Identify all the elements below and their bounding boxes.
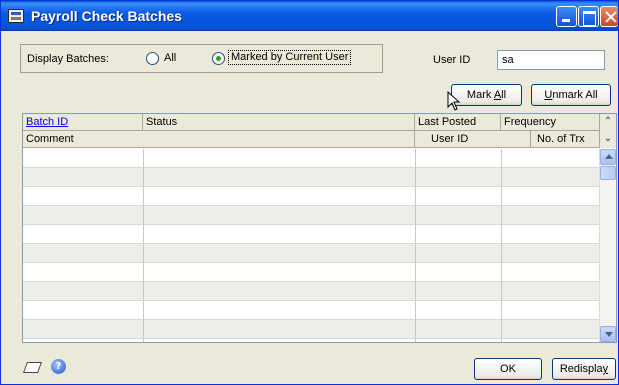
scroll-up-arrow-icon[interactable]: [600, 149, 616, 165]
unmark-all-button[interactable]: Unmark All: [531, 84, 611, 106]
column-batch-id[interactable]: Batch ID: [23, 114, 143, 130]
window-icon: [8, 9, 24, 23]
close-button[interactable]: [600, 6, 618, 27]
table-row[interactable]: [23, 320, 601, 339]
display-batches-panel: Display Batches: All Marked by Current U…: [20, 44, 383, 73]
scroll-down-arrow-icon[interactable]: [600, 326, 616, 342]
grid-header-row-2: Comment User ID No. of Trx: [23, 131, 601, 148]
payroll-check-batches-window: Payroll Check Batches Display Batches: A…: [0, 0, 619, 385]
radio-all[interactable]: [146, 52, 159, 65]
table-row[interactable]: [23, 206, 601, 225]
grid-rows: [23, 149, 601, 342]
table-row[interactable]: [23, 225, 601, 244]
table-row[interactable]: [23, 301, 601, 320]
table-row[interactable]: [23, 282, 601, 301]
double-chevron-up-icon[interactable]: ⌃: [599, 114, 616, 131]
column-divider: [415, 149, 416, 342]
unmark-all-label-b: nmark All: [552, 89, 598, 101]
maximize-button[interactable]: [578, 6, 599, 27]
display-batches-label: Display Batches:: [27, 53, 109, 65]
column-comment[interactable]: Comment: [23, 131, 415, 147]
title-bar[interactable]: Payroll Check Batches: [1, 1, 618, 31]
mark-all-button[interactable]: Mark All: [451, 84, 522, 106]
column-divider: [501, 149, 502, 342]
redisplay-label-a: Redispla: [559, 363, 603, 375]
table-row[interactable]: [23, 263, 601, 282]
redisplay-label-b: y: [602, 363, 609, 375]
table-row[interactable]: [23, 244, 601, 263]
mark-all-label-c: ll: [501, 89, 507, 101]
redisplay-button[interactable]: Redisplay: [552, 358, 616, 380]
mark-all-label-a: Mark: [466, 89, 494, 101]
mouse-cursor-icon: [447, 91, 461, 111]
radio-marked-by-current-user[interactable]: [212, 52, 225, 65]
scroll-thumb[interactable]: [600, 166, 616, 180]
column-no-of-trx[interactable]: No. of Trx: [531, 131, 601, 147]
user-id-field[interactable]: sa: [497, 50, 605, 70]
column-divider: [143, 149, 144, 342]
note-icon[interactable]: [22, 362, 43, 373]
table-row[interactable]: [23, 149, 601, 168]
radio-all-label[interactable]: All: [164, 52, 176, 64]
ok-button[interactable]: OK: [474, 358, 542, 380]
table-row[interactable]: [23, 187, 601, 206]
user-id-label: User ID: [433, 54, 471, 66]
column-last-posted[interactable]: Last Posted: [415, 114, 501, 130]
table-row[interactable]: [23, 168, 601, 187]
radio-marked-label[interactable]: Marked by Current User: [228, 50, 352, 65]
column-user-id[interactable]: User ID: [415, 131, 531, 147]
batches-grid: Batch ID Status Last Posted Frequency ⌃ …: [22, 113, 617, 343]
column-frequency[interactable]: Frequency: [501, 114, 601, 130]
help-icon[interactable]: ?: [51, 359, 66, 374]
vertical-scrollbar[interactable]: [599, 149, 616, 342]
window-title: Payroll Check Batches: [31, 8, 182, 24]
column-status[interactable]: Status: [143, 114, 415, 130]
minimize-button[interactable]: [556, 6, 577, 27]
grid-header-row-1: Batch ID Status Last Posted Frequency: [23, 114, 601, 131]
double-chevron-down-icon[interactable]: ⌄: [599, 131, 616, 148]
